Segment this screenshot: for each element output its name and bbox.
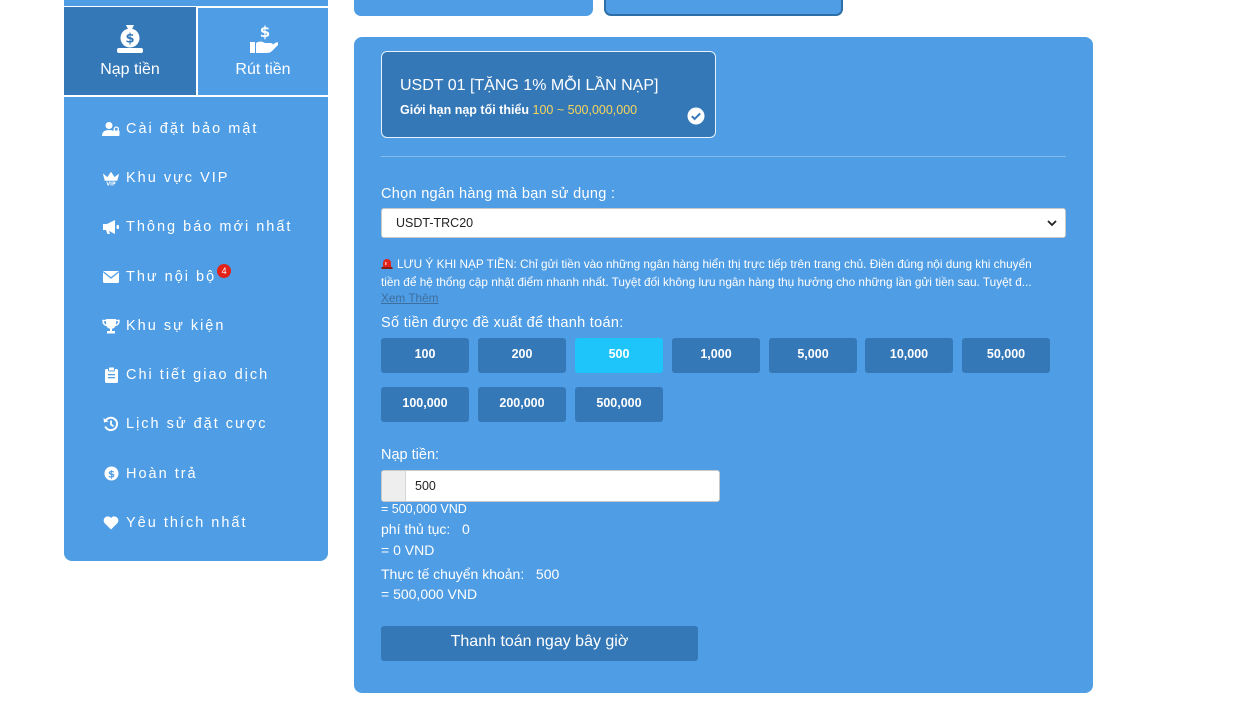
money-bag-icon: $ — [117, 25, 143, 53]
amount-button[interactable]: 100,000 — [381, 387, 469, 422]
amount-button[interactable]: 10,000 — [865, 338, 953, 373]
sidebar: $ Nạp tiền $ Rút tiền Cài đặt bảo mật VI… — [64, 0, 328, 561]
bank-select-label: Chọn ngân hàng mà bạn sử dụng : — [381, 186, 616, 202]
deposit-amount-value: 500 — [415, 479, 436, 493]
sidebar-item-events[interactable]: Khu sự kiện — [102, 301, 328, 350]
amount-button[interactable]: 200 — [478, 338, 566, 373]
check-circle-icon — [687, 107, 705, 125]
chevron-down-icon — [1047, 220, 1057, 227]
amount-vnd-text: = 500,000 VND — [381, 502, 467, 516]
notice-text-line1: LƯU Ý KHI NẠP TIỀN: Chỉ gửi tiền vào nhữ… — [397, 257, 1032, 271]
deposit-limit-range: 100 ~ 500,000,000 — [532, 103, 638, 117]
trophy-icon — [102, 317, 120, 335]
amount-button[interactable]: 500,000 — [575, 387, 663, 422]
user-lock-icon — [102, 120, 120, 138]
sidebar-item-notifications[interactable]: Thông báo mới nhất — [102, 203, 328, 252]
payment-method-card[interactable]: USDT 01 [TẶNG 1% MỖI LẦN NẠP] Giới hạn n… — [381, 51, 716, 138]
deposit-panel: USDT 01 [TẶNG 1% MỖI LẦN NẠP] Giới hạn n… — [354, 37, 1093, 693]
sidebar-item-favorites[interactable]: Yêu thích nhất — [102, 498, 328, 547]
actual-transfer-text: Thực tế chuyển khoản: 500 — [381, 566, 560, 582]
pay-now-button[interactable]: Thanh toán ngay bây giờ — [381, 626, 698, 661]
payment-method-title: USDT 01 [TẶNG 1% MỖI LẦN NẠP] — [400, 77, 659, 94]
unread-count-badge: 4 — [217, 263, 232, 278]
see-more-link[interactable]: Xem Thêm — [381, 291, 438, 305]
deposit-amount-input[interactable]: 500 — [381, 470, 720, 502]
svg-text:VIP: VIP — [106, 182, 116, 187]
suggested-amounts-label: Số tiền được đề xuất để thanh toán: — [381, 315, 624, 331]
amount-button-selected[interactable]: 500 — [575, 338, 663, 373]
sidebar-item-label: Cài đặt bảo mật — [126, 120, 259, 137]
notice-line: LƯU Ý KHI NẠP TIỀN: Chỉ gửi tiền vào nhữ… — [381, 255, 1067, 273]
sidebar-item-rebate[interactable]: $ Hoàn trả — [102, 449, 328, 498]
svg-text:$: $ — [260, 23, 270, 41]
tab-deposit[interactable]: $ Nạp tiền — [64, 7, 196, 95]
deposit-notice: LƯU Ý KHI NẠP TIỀN: Chỉ gửi tiền vào nhữ… — [381, 255, 1067, 291]
section-divider — [381, 156, 1066, 157]
svg-text:$: $ — [125, 32, 134, 47]
fee-vnd-text: = 0 VND — [381, 542, 435, 558]
hand-dollar-icon: $ — [250, 23, 278, 53]
vip-crown-icon: VIP — [102, 169, 120, 187]
amount-button[interactable]: 200,000 — [478, 387, 566, 422]
deposit-limit-text: Giới hạn nạp tối thiểu 100 ~ 500,000,000 — [400, 103, 637, 117]
svg-text:$: $ — [108, 470, 115, 481]
actual-transfer-vnd-text: = 500,000 VND — [381, 586, 478, 602]
tab-deposit-label: Nạp tiền — [100, 61, 160, 78]
amount-button[interactable]: 100 — [381, 338, 469, 373]
sidebar-item-label: Thông báo mới nhất — [126, 219, 293, 236]
sidebar-item-vip[interactable]: VIP Khu vực VIP — [102, 153, 328, 202]
sidebar-item-label: Lịch sử đặt cược — [126, 416, 268, 433]
heart-icon — [102, 514, 120, 532]
amount-button[interactable]: 1,000 — [672, 338, 760, 373]
sidebar-item-label: Khu sự kiện — [126, 317, 226, 334]
notice-text-line2: tiền để hệ thống cập nhật điểm nhanh nhấ… — [381, 275, 1032, 289]
envelope-icon — [102, 268, 120, 286]
payment-option-button-1[interactable] — [354, 0, 593, 16]
clipboard-icon — [102, 366, 120, 384]
bank-select[interactable]: USDT-TRC20 — [381, 208, 1066, 238]
deposit-limit-prefix: Giới hạn nạp tối thiểu — [400, 103, 530, 117]
sidebar-item-label: Khu vực VIP — [126, 169, 230, 186]
sidebar-item-transactions[interactable]: Chi tiết giao dịch — [102, 350, 328, 399]
history-icon — [102, 415, 120, 433]
sidebar-item-bet-history[interactable]: Lịch sử đặt cược — [102, 400, 328, 449]
sidebar-item-label: Yêu thích nhất — [126, 515, 248, 532]
input-prefix-addon — [382, 471, 406, 501]
fee-text: phí thủ tục: 0 — [381, 521, 470, 537]
tab-withdraw[interactable]: $ Rút tiền — [196, 7, 328, 95]
deposit-amount-label: Nạp tiền: — [381, 447, 440, 463]
sidebar-menu: Cài đặt bảo mật VIP Khu vực VIP Thông bá… — [102, 104, 328, 548]
sidebar-item-label: Hoàn trả — [126, 465, 198, 482]
sidebar-item-label: Thư nội bộ — [126, 268, 217, 285]
siren-icon — [381, 259, 393, 269]
sidebar-item-inbox[interactable]: Thư nội bộ 4 — [102, 252, 328, 301]
sidebar-tabs: $ Nạp tiền $ Rút tiền — [64, 7, 328, 95]
dollar-coin-icon: $ — [102, 465, 120, 483]
megaphone-icon — [102, 218, 120, 236]
amount-button[interactable]: 5,000 — [769, 338, 857, 373]
tab-withdraw-label: Rút tiền — [235, 61, 291, 78]
sidebar-item-security[interactable]: Cài đặt bảo mật — [102, 104, 328, 153]
payment-option-button-2[interactable] — [604, 0, 843, 16]
tabs-divider — [64, 95, 328, 97]
sidebar-item-label: Chi tiết giao dịch — [126, 367, 270, 384]
bank-select-value: USDT-TRC20 — [396, 216, 474, 230]
amount-button[interactable]: 50,000 — [962, 338, 1050, 373]
